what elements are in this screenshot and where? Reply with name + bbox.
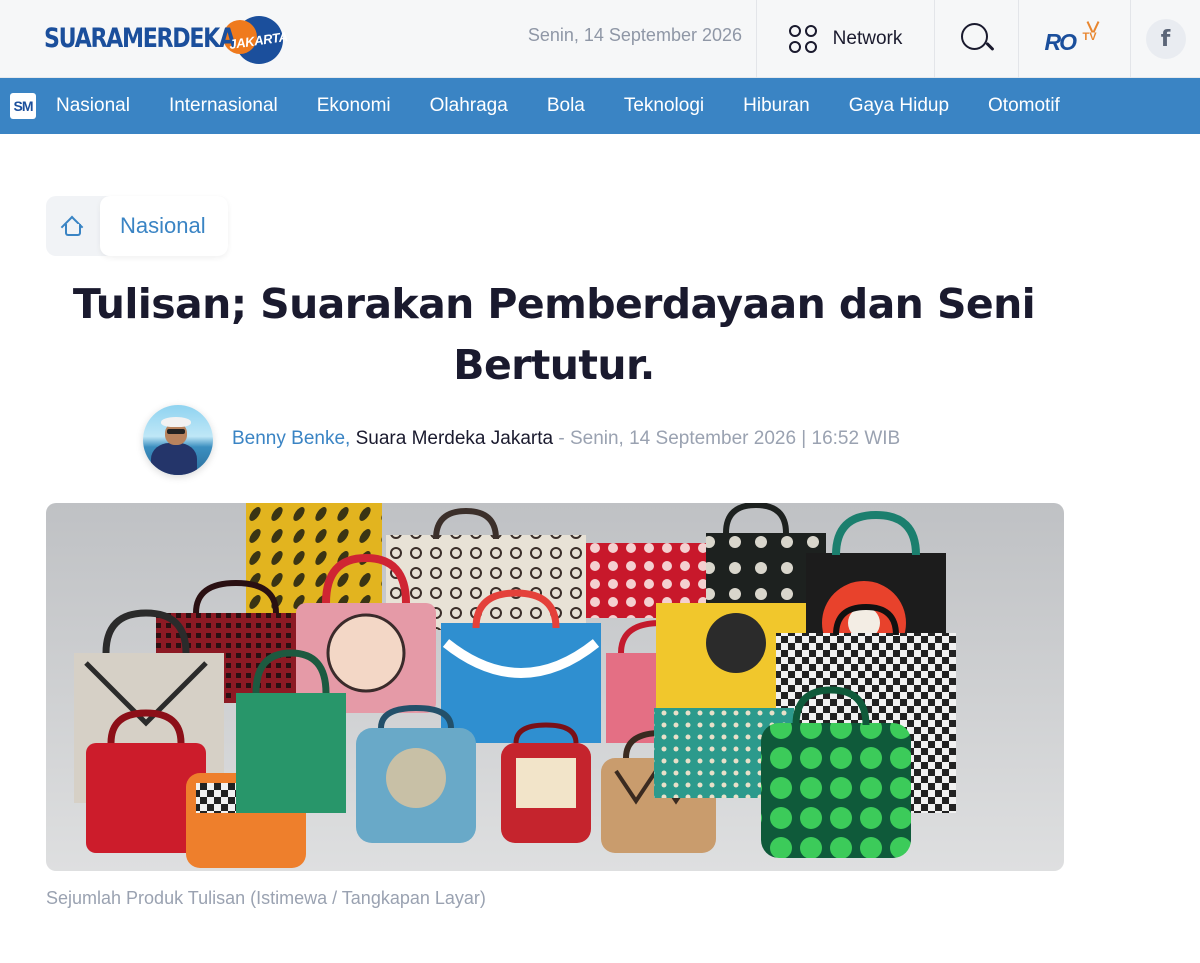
network-button[interactable]: Network: [756, 0, 934, 78]
image-caption: Sejumlah Produk Tulisan (Istimewa / Tang…: [46, 888, 486, 908]
nav-item-internasional[interactable]: Internasional: [169, 95, 278, 117]
network-icon: [788, 25, 817, 53]
top-header: SUARAMERDEKA JAKARTA Senin, 14 September…: [0, 0, 1200, 78]
author-avatar[interactable]: [143, 405, 213, 475]
author-link[interactable]: Benny Benke,: [232, 428, 350, 449]
nav-item-nasional[interactable]: Nasional: [56, 95, 130, 117]
home-icon: [60, 215, 84, 239]
byline: Benny Benke, Suara Merdeka Jakarta - Sen…: [232, 428, 900, 450]
category-nav: SM Nasional Internasional Ekonomi Olahra…: [0, 78, 1200, 134]
search-icon: [960, 23, 995, 55]
facebook-link[interactable]: f: [1130, 0, 1200, 78]
network-label: Network: [832, 28, 903, 49]
search-button[interactable]: [934, 0, 1018, 78]
article-hero-image: [46, 503, 1064, 871]
breadcrumb-home[interactable]: [46, 196, 100, 256]
nav-home-logo[interactable]: SM: [10, 93, 36, 119]
publication-name: Suara Merdeka Jakarta: [350, 428, 554, 449]
site-logo[interactable]: SUARAMERDEKA JAKARTA: [44, 14, 304, 66]
rotv-logo-icon: RO TV: [1043, 21, 1107, 57]
facebook-icon: f: [1145, 19, 1186, 59]
publish-date: - Senin, 14 September 2026 | 16:52 WIB: [553, 428, 901, 449]
nav-item-gaya-hidup[interactable]: Gaya Hidup: [849, 95, 949, 117]
breadcrumb: Nasional: [46, 196, 228, 256]
header-date: Senin, 14 September 2026: [527, 25, 742, 45]
nav-item-hiburan[interactable]: Hiburan: [743, 95, 810, 117]
nav-item-bola[interactable]: Bola: [547, 95, 585, 117]
nav-item-teknologi[interactable]: Teknologi: [624, 95, 704, 117]
logo-wordmark: SUARAMERDEKA: [44, 23, 236, 54]
article-title: Tulisan; Suarakan Pemberdayaan dan Seni …: [72, 280, 1036, 389]
nav-item-otomotif[interactable]: Otomotif: [988, 95, 1060, 117]
nav-item-ekonomi[interactable]: Ekonomi: [317, 95, 391, 117]
breadcrumb-item-nasional[interactable]: Nasional: [100, 196, 228, 256]
nav-item-olahraga[interactable]: Olahraga: [430, 95, 508, 117]
rotv-link[interactable]: RO TV: [1018, 0, 1130, 78]
